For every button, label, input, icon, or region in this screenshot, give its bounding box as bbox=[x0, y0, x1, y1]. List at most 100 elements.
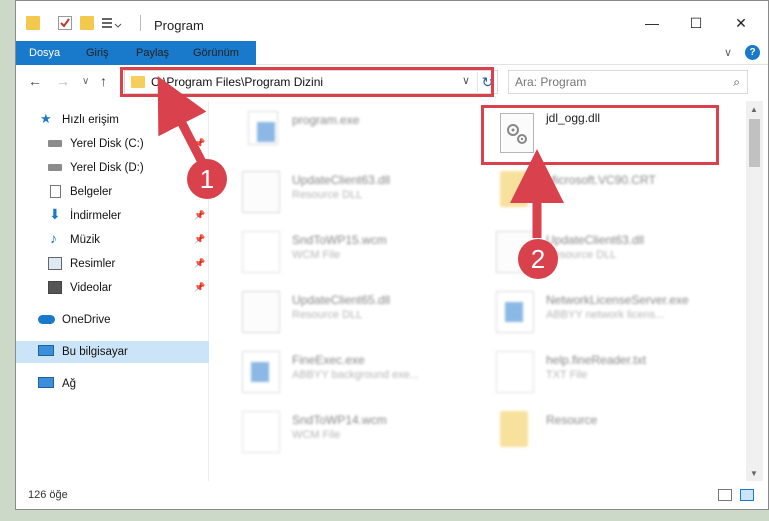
title-separator bbox=[140, 15, 141, 31]
sidebar-item-onedrive[interactable]: OneDrive bbox=[16, 309, 209, 331]
search-icon[interactable]: ⌕ bbox=[733, 75, 740, 90]
minimize-button[interactable]: — bbox=[642, 13, 662, 33]
back-button[interactable]: ← bbox=[28, 73, 42, 89]
pictures-icon bbox=[48, 257, 62, 270]
scroll-up-icon[interactable]: ▲ bbox=[750, 105, 758, 114]
videos-icon bbox=[48, 281, 62, 294]
new-folder-icon[interactable] bbox=[80, 16, 94, 30]
tab-view[interactable]: Görünüm bbox=[193, 41, 239, 65]
sidebar-item-label: Ağ bbox=[62, 378, 77, 390]
file-item-networklicenseserver[interactable]: NetworkLicenseServer.exe ABBYY network l… bbox=[484, 287, 724, 339]
application-icon bbox=[248, 111, 278, 145]
tab-share[interactable]: Paylaş bbox=[136, 41, 169, 65]
document-icon bbox=[242, 411, 280, 453]
customize-toolbar-icon[interactable] bbox=[102, 16, 122, 30]
pin-icon[interactable]: 📌 bbox=[194, 210, 205, 221]
pin-icon[interactable]: 📌 bbox=[194, 282, 205, 293]
help-icon[interactable]: ? bbox=[745, 45, 760, 60]
step-1-badge: 1 bbox=[187, 159, 227, 199]
maximize-button[interactable]: ☐ bbox=[686, 13, 706, 33]
sidebar-item-label: Müzik bbox=[70, 234, 101, 246]
window-title: Program bbox=[154, 18, 204, 33]
dll-file-icon bbox=[242, 171, 280, 213]
ribbon-expand-icon[interactable]: ∨ bbox=[724, 46, 732, 59]
folder-icon bbox=[26, 16, 40, 30]
details-view-icon[interactable] bbox=[718, 489, 732, 501]
sidebar-item-documents[interactable]: Belgeler bbox=[16, 181, 209, 203]
file-name: Resource bbox=[546, 413, 598, 427]
search-box[interactable]: ⌕ bbox=[508, 70, 748, 94]
application-icon bbox=[496, 291, 534, 333]
folder-icon bbox=[500, 411, 528, 447]
file-name: FineExec.exe bbox=[292, 353, 365, 367]
pin-icon[interactable]: 📌 bbox=[194, 138, 205, 149]
properties-icon[interactable] bbox=[58, 16, 72, 30]
file-name: UpdateClient63.dll bbox=[546, 233, 645, 247]
sidebar-item-network[interactable]: Ağ bbox=[16, 373, 209, 395]
file-item-sndtowp15[interactable]: SndToWP15.wcm WCM File bbox=[230, 227, 470, 279]
sidebar-item-pictures[interactable]: Resimler 📌 bbox=[16, 253, 209, 275]
file-name: UpdateClient65.dll bbox=[292, 293, 391, 307]
file-type: WCM File bbox=[292, 429, 341, 441]
item-count: 126 öğe bbox=[28, 489, 68, 501]
file-name: UpdateClient63.dll bbox=[292, 173, 391, 187]
file-type: WCM File bbox=[292, 249, 341, 261]
navigation-pane: ★ Hızlı erişim Yerel Disk (C:) 📌 Yerel D… bbox=[16, 101, 209, 481]
large-icons-view-icon[interactable] bbox=[740, 489, 754, 501]
sidebar-item-quick-access[interactable]: ★ Hızlı erişim bbox=[16, 109, 209, 131]
music-icon: ♪ bbox=[50, 230, 57, 246]
download-icon: ⬇ bbox=[49, 206, 61, 222]
document-icon bbox=[242, 231, 280, 273]
file-item-microsoft-vc90-crt[interactable]: Microsoft.VC90.CRT bbox=[484, 167, 724, 219]
file-type: ABBYY background exe... bbox=[292, 369, 419, 381]
sidebar-item-downloads[interactable]: ⬇ İndirmeler 📌 bbox=[16, 205, 209, 227]
file-highlight-box bbox=[481, 105, 719, 165]
scrollbar-thumb[interactable] bbox=[749, 119, 760, 167]
sidebar-item-music[interactable]: ♪ Müzik 📌 bbox=[16, 229, 209, 251]
folder-icon bbox=[500, 171, 528, 207]
computer-icon bbox=[38, 345, 54, 356]
sidebar-item-this-pc[interactable]: Bu bilgisayar bbox=[16, 341, 209, 363]
cloud-icon bbox=[38, 315, 55, 324]
file-name: SndToWP14.wcm bbox=[292, 413, 387, 427]
file-item-sndtowp14[interactable]: SndToWP14.wcm WCM File bbox=[230, 407, 470, 459]
file-item-resource[interactable]: Resource bbox=[484, 407, 724, 459]
file-item-fineexec[interactable]: FineExec.exe ABBYY background exe... bbox=[230, 347, 470, 399]
sidebar-item-label: İndirmeler bbox=[70, 210, 122, 222]
documents-icon bbox=[50, 185, 61, 198]
recent-locations-button[interactable]: ∨ bbox=[82, 76, 89, 87]
status-bar: 126 öğe bbox=[16, 485, 768, 507]
file-item-program-exe[interactable]: program.exe bbox=[230, 105, 470, 157]
sidebar-item-label: Bu bilgisayar bbox=[62, 346, 128, 358]
pin-icon[interactable]: 📌 bbox=[194, 234, 205, 245]
application-icon bbox=[242, 351, 280, 393]
pin-icon[interactable]: 📌 bbox=[194, 258, 205, 269]
text-file-icon bbox=[496, 351, 534, 393]
scroll-down-icon[interactable]: ▼ bbox=[750, 469, 758, 478]
file-name: SndToWP15.wcm bbox=[292, 233, 387, 247]
search-input[interactable] bbox=[515, 72, 715, 92]
star-icon: ★ bbox=[40, 111, 52, 126]
close-button[interactable]: ✕ bbox=[731, 13, 751, 33]
file-item-updateclient63[interactable]: UpdateClient63.dll Resource DLL bbox=[230, 167, 470, 219]
dll-file-icon bbox=[242, 291, 280, 333]
sidebar-item-label: Videolar bbox=[70, 282, 112, 294]
file-type: TXT File bbox=[546, 369, 588, 381]
up-button[interactable]: ↑ bbox=[100, 73, 107, 89]
vertical-scrollbar[interactable]: ▲ ▼ bbox=[746, 101, 763, 481]
file-item-updateclient65[interactable]: UpdateClient65.dll Resource DLL bbox=[230, 287, 470, 339]
file-name: NetworkLicenseServer.exe bbox=[546, 293, 689, 307]
forward-button[interactable]: → bbox=[56, 73, 70, 89]
ribbon-tabs: Dosya Giriş Paylaş Görünüm ∨ ? bbox=[16, 41, 768, 93]
sidebar-item-label: Hızlı erişim bbox=[62, 114, 119, 126]
title-bar: Program — ☐ ✕ bbox=[16, 1, 768, 41]
file-type: ABBYY network licens... bbox=[546, 309, 665, 321]
tab-home[interactable]: Giriş bbox=[86, 41, 109, 65]
file-item-help-txt[interactable]: help.fineReader.txt TXT File bbox=[484, 347, 724, 399]
sidebar-item-label: Yerel Disk (D:) bbox=[70, 162, 144, 174]
file-type: Resource DLL bbox=[292, 189, 363, 201]
sidebar-item-label: Yerel Disk (C:) bbox=[70, 138, 144, 150]
sidebar-item-videos[interactable]: Videolar 📌 bbox=[16, 277, 209, 299]
sidebar-item-local-disk-d[interactable]: Yerel Disk (D:) bbox=[16, 157, 209, 179]
sidebar-item-local-disk-c[interactable]: Yerel Disk (C:) 📌 bbox=[16, 133, 209, 155]
